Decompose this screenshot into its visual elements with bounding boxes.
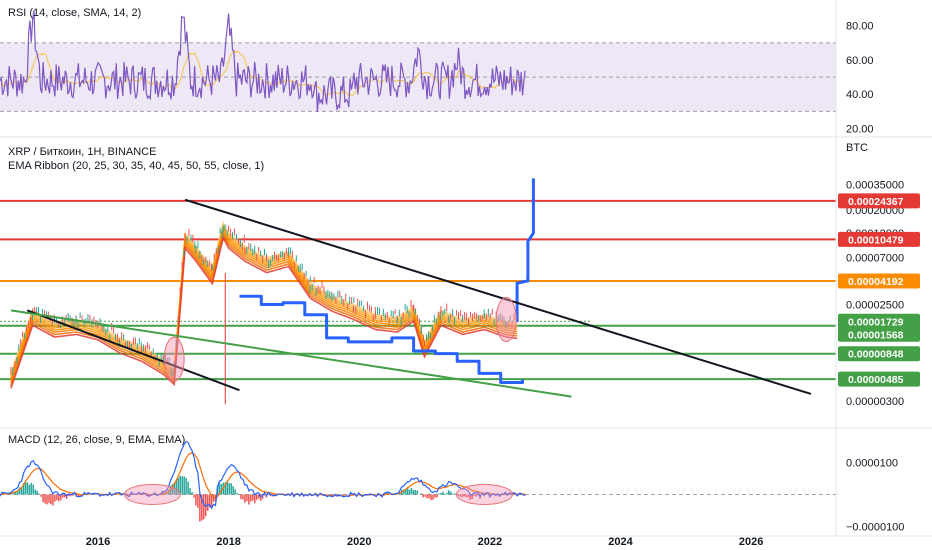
level-badge-label: 0.00004192: [848, 276, 904, 288]
price-axis-tick: 0.00000300: [846, 396, 904, 408]
level-badge-label: 0.00000485: [848, 374, 904, 386]
price-panel[interactable]: 0.000350000.000200000.000120000.00007000…: [0, 178, 920, 408]
price-axis-tick: 0.00002500: [846, 300, 904, 312]
annotation-ellipse: [163, 336, 185, 382]
time-axis-tick: 2026: [739, 536, 763, 548]
time-axis-tick: 2024: [608, 536, 633, 548]
rsi-axis-tick: 80.00: [846, 21, 874, 33]
ema-ribbon-line: [10, 220, 518, 374]
macd-panel[interactable]: 0.0000100 −0.0000100: [0, 441, 904, 534]
price-axis-tick: 0.00035000: [846, 179, 904, 191]
level-badge-label: 0.00024367: [848, 196, 904, 208]
rsi-axis-tick: 20.00: [846, 123, 874, 135]
time-axis-tick: 2020: [347, 536, 371, 548]
time-axis-tick: 2018: [216, 536, 240, 548]
price-axis-tick: 0.00007000: [846, 253, 904, 265]
annotation-ellipse: [455, 483, 513, 505]
macd-signal-line: [0, 452, 526, 500]
tradingview-chart[interactable]: 80.00 60.00 40.00 20.00 0.000350000.0002000…: [0, 0, 932, 550]
trendline: [184, 198, 812, 395]
time-axis-tick: 2022: [478, 536, 502, 548]
level-badge-label: 0.00001729: [848, 316, 904, 328]
rsi-axis-tick: 40.00: [846, 89, 874, 101]
rsi-axis-tick: 60.00: [846, 55, 874, 67]
macd-axis-tick: −0.0000100: [846, 521, 904, 533]
level-badge-label: 0.00000848: [848, 349, 904, 361]
macd-title: MACD (12, 26, close, 9, EMA, EMA): [8, 434, 185, 446]
annotation-ellipse: [123, 483, 181, 505]
ema-ribbon-title: EMA Ribbon (20, 25, 30, 35, 40, 45, 50, …: [8, 160, 264, 172]
rsi-title: RSI (14, close, SMA, 14, 2): [8, 7, 141, 19]
rsi-panel[interactable]: 80.00 60.00 40.00 20.00: [0, 10, 874, 136]
price-title: XRP / Биткоин, 1H, BINANCE: [8, 146, 156, 158]
macd-axis-tick: 0.0000100: [846, 458, 898, 470]
level-badge-label: 0.00001568: [848, 329, 904, 341]
time-axis-tick: 2016: [86, 536, 110, 548]
currency-label: BTC: [846, 142, 868, 154]
projection-line: [239, 294, 524, 384]
annotation-ellipse: [495, 296, 517, 342]
level-badge-label: 0.00010479: [848, 234, 904, 246]
